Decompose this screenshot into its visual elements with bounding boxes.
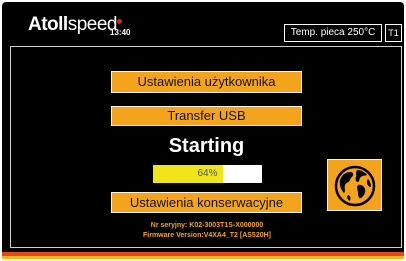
globe-icon	[334, 165, 376, 207]
hmi-screen: Atollspeed 13:40 Temp. pieca 250°C T1 Us…	[2, 2, 404, 259]
brand-logo: Atollspeed	[28, 14, 118, 36]
brand-logo-bold: Atoll	[28, 14, 68, 35]
serial-number: Nr seryjny: K02-3003T1S-X000000	[150, 222, 264, 229]
bottom-accent-bar-yellow	[2, 256, 404, 259]
alarm-indicator-icon	[117, 19, 122, 24]
clock: 13:40	[110, 28, 131, 37]
user-settings-button[interactable]: Ustawienia użytkownika	[111, 71, 302, 93]
progress-label: 64%	[197, 168, 218, 179]
status-text: Starting	[168, 135, 245, 157]
language-button[interactable]	[327, 159, 382, 211]
oven-temperature-button[interactable]: Temp. pieca 250°C	[284, 24, 382, 42]
firmware-version: Firmware Version:V4XA4_T2 [AS520H]	[143, 232, 271, 239]
zone-indicator[interactable]: T1	[385, 24, 402, 42]
usb-transfer-button[interactable]: Transfer USB	[111, 106, 302, 126]
maintenance-settings-button[interactable]: Ustawienia konserwacyjne	[111, 192, 302, 213]
progress-bar: 64%	[153, 165, 262, 183]
main-panel: Ustawienia użytkownika Transfer USB Star…	[10, 46, 402, 248]
